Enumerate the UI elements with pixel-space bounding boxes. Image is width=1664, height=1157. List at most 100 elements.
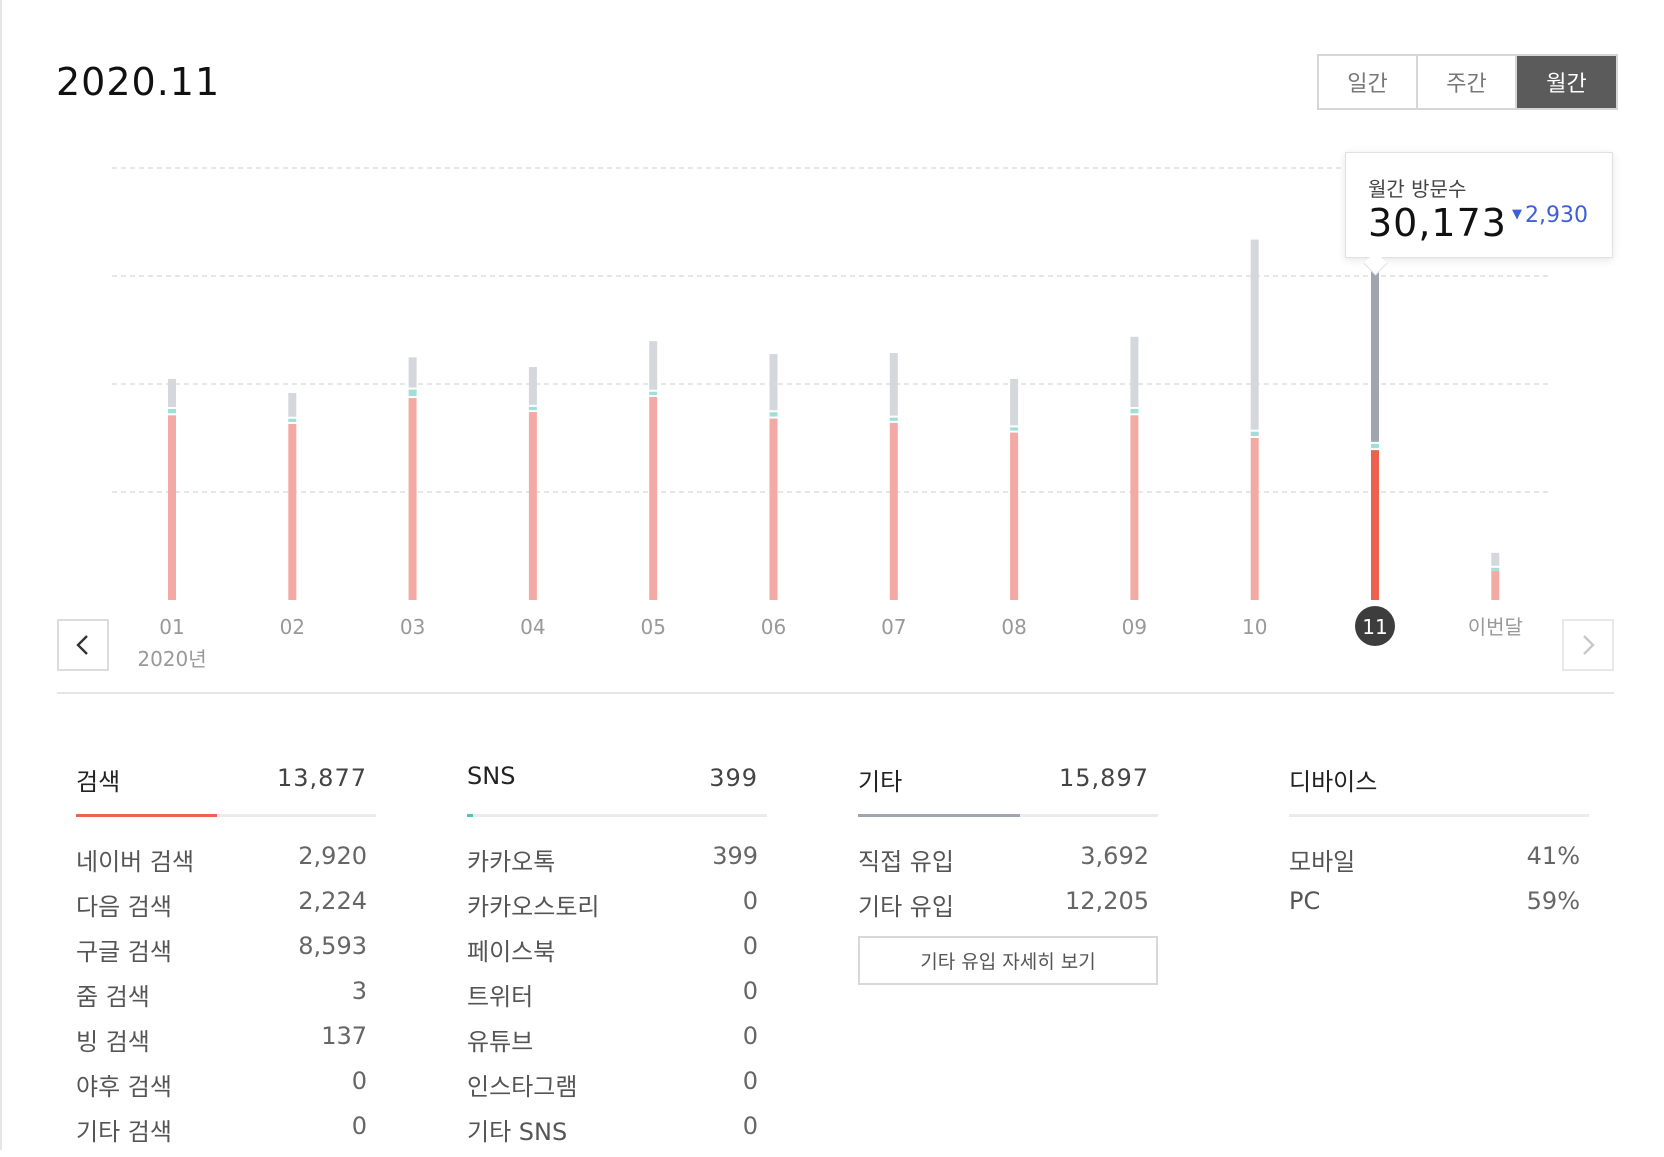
bar-sns — [408, 389, 417, 397]
x-tick-label: 09 — [1122, 615, 1147, 639]
bar-other — [889, 353, 898, 416]
row-value: 0 — [742, 932, 758, 960]
row-value: 0 — [351, 1067, 367, 1095]
x-tick-label: 01 — [159, 615, 184, 639]
row-value: 137 — [321, 1022, 367, 1050]
panel-total: 399 — [709, 764, 758, 792]
list-item: 페이스북 0 — [467, 932, 767, 977]
row-value: 3,692 — [1080, 842, 1149, 870]
list-item: 카카오톡 399 — [467, 842, 767, 887]
bar-search — [1491, 570, 1500, 600]
row-value: 2,224 — [298, 887, 367, 915]
chevron-left-icon — [76, 635, 88, 655]
panel-header: SNS 399 — [467, 760, 767, 800]
visits-tooltip: 월간 방문수 30,173 ▼ 2,930 — [1345, 152, 1613, 258]
panel-progress-fill — [76, 814, 217, 817]
search-panel: 검색 13,877 네이버 검색 2,920 다음 검색 2,224 구글 검색 8,… — [76, 760, 376, 1146]
device-panel: 디바이스 모바일 41% PC 59% — [1289, 760, 1589, 915]
bar-other — [1371, 270, 1379, 442]
row-label: 유튜브 — [467, 1028, 534, 1056]
other-panel: 기타 15,897 직접 유입 3,692 기타 유입 12,205 기타 유입 자… — [858, 760, 1158, 985]
panel-progress-fill — [467, 814, 473, 817]
prev-period-button[interactable] — [57, 619, 109, 671]
row-label: 구글 검색 — [76, 938, 172, 966]
list-item: PC 59% — [1289, 887, 1589, 932]
bar-other — [408, 357, 417, 388]
bar-other — [649, 341, 658, 390]
bar-other — [168, 378, 176, 407]
bar-search — [769, 418, 778, 600]
row-label: 카카오톡 — [467, 848, 556, 876]
other-inflow-detail-button[interactable]: 기타 유입 자세히 보기 — [858, 936, 1158, 985]
row-label: 직접 유입 — [858, 848, 954, 876]
bar-search — [288, 423, 297, 600]
list-item: 야후 검색 0 — [76, 1067, 376, 1112]
list-item: 유튜브 0 — [467, 1022, 767, 1067]
panel-title: SNS — [467, 762, 516, 790]
panel-progress-track — [76, 814, 376, 817]
list-item: 줌 검색 3 — [76, 977, 376, 1022]
bar-other — [1250, 239, 1259, 430]
panel-progress-fill — [858, 814, 1020, 817]
row-label: 다음 검색 — [76, 893, 172, 921]
panel-total: 13,877 — [277, 764, 367, 792]
bar-search — [168, 415, 176, 600]
year-label: 2020년 — [137, 647, 206, 671]
list-item: 기타 SNS 0 — [467, 1112, 767, 1157]
tooltip-title: 월간 방문수 — [1368, 177, 1467, 201]
bar-sns — [528, 406, 537, 411]
list-item: 카카오스토리 0 — [467, 887, 767, 932]
row-value: 12,205 — [1065, 887, 1149, 915]
bar-sns — [649, 391, 658, 395]
bar-search — [1371, 450, 1379, 600]
row-label: PC — [1289, 887, 1321, 915]
bar-search — [1130, 415, 1139, 600]
x-tick-label: 04 — [520, 615, 545, 639]
bar-sns — [769, 412, 778, 417]
row-label: 기타 검색 — [76, 1118, 172, 1146]
bar-sns — [1491, 567, 1500, 571]
x-tick-label: 02 — [280, 615, 305, 639]
bar-other — [1491, 552, 1500, 566]
x-tick-label: 06 — [761, 615, 786, 639]
row-value: 3 — [351, 977, 367, 1005]
bar-other — [769, 354, 778, 411]
panel-title: 디바이스 — [1289, 768, 1378, 796]
chevron-right-icon — [1583, 635, 1595, 655]
row-label: 기타 SNS — [467, 1118, 568, 1146]
panel-header: 디바이스 — [1289, 760, 1589, 800]
list-item: 모바일 41% — [1289, 842, 1589, 887]
tooltip-delta-value: 2,930 — [1525, 203, 1588, 228]
list-item: 기타 검색 0 — [76, 1112, 376, 1157]
row-value: 0 — [742, 1067, 758, 1095]
row-label: 기타 유입 — [858, 893, 954, 921]
panel-header: 기타 15,897 — [858, 760, 1158, 800]
x-tick-label: 03 — [400, 615, 425, 639]
bar-search — [1250, 438, 1259, 600]
row-label: 인스타그램 — [467, 1073, 578, 1101]
bar-search — [408, 398, 417, 600]
sns-panel: SNS 399 카카오톡 399 카카오스토리 0 페이스북 0 트위터 0 유튜브 0 … — [467, 760, 767, 1146]
list-item: 트위터 0 — [467, 977, 767, 1022]
bar-sns — [1371, 443, 1379, 449]
row-label: 야후 검색 — [76, 1073, 172, 1101]
next-period-button[interactable] — [1562, 619, 1614, 671]
bar-sns — [1130, 409, 1139, 414]
row-value: 59% — [1526, 887, 1580, 915]
list-item: 기타 유입 12,205 — [858, 887, 1158, 932]
bar-sns — [168, 409, 176, 414]
row-value: 0 — [742, 1112, 758, 1140]
panel-progress-track — [467, 814, 767, 817]
row-label: 모바일 — [1289, 848, 1356, 876]
list-item: 빙 검색 137 — [76, 1022, 376, 1067]
row-value: 0 — [742, 977, 758, 1005]
panel-title: 검색 — [76, 768, 121, 796]
bar-other — [288, 392, 297, 417]
row-label: 페이스북 — [467, 938, 556, 966]
row-value: 399 — [712, 842, 758, 870]
visits-chart: 01 02 03 04 05 06 07 08 09 10 11 이번달 2020년 — [112, 167, 1552, 671]
panel-total: 15,897 — [1059, 764, 1149, 792]
bar-sns — [288, 418, 297, 422]
row-label: 줌 검색 — [76, 983, 150, 1011]
row-value: 0 — [351, 1112, 367, 1140]
